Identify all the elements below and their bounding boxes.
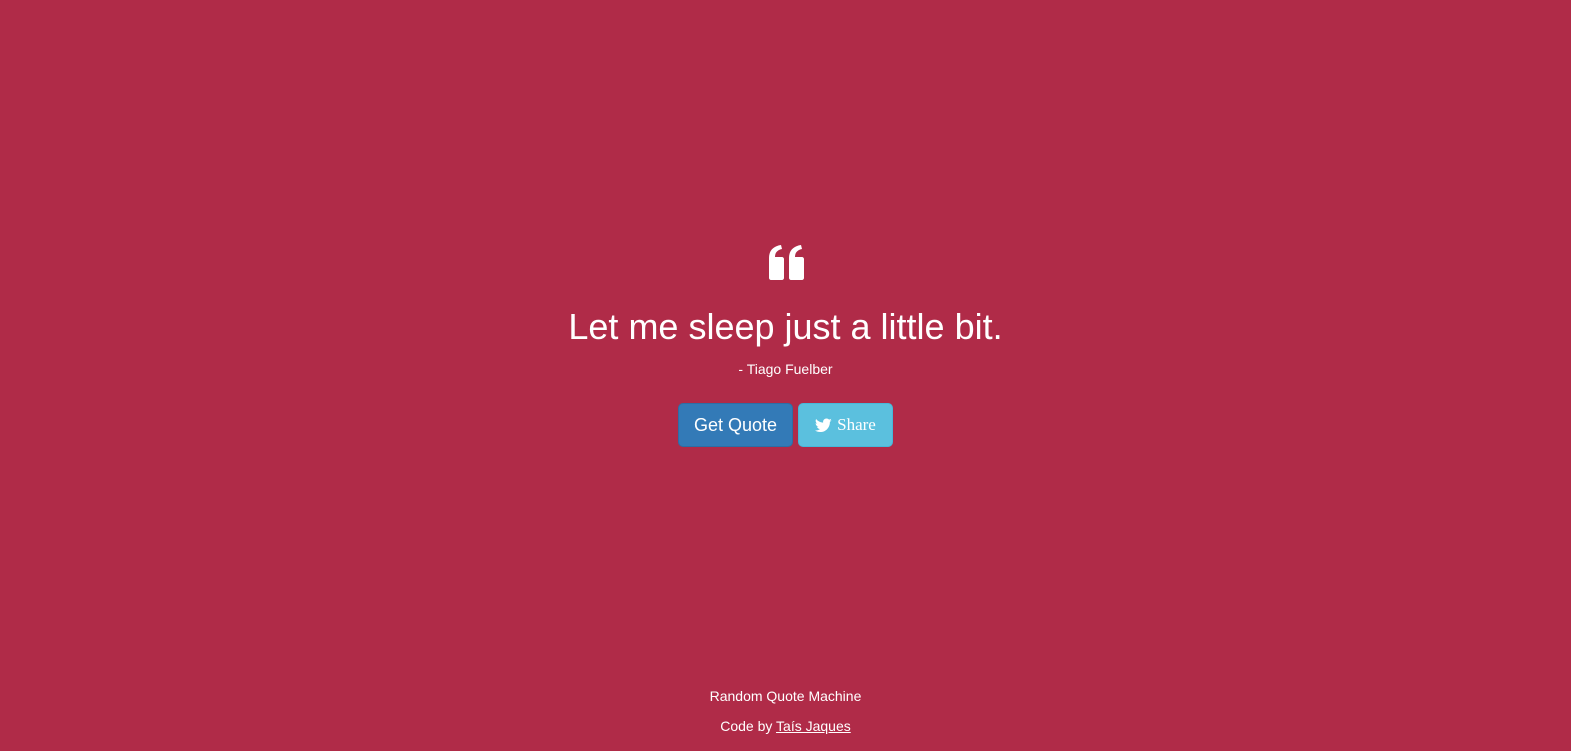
share-button[interactable]: Share (798, 403, 893, 447)
footer-credit-prefix: Code by (720, 718, 773, 734)
quote-author: - Tiago Fuelber (738, 361, 833, 377)
twitter-icon (815, 417, 832, 432)
quote-section: Let me sleep just a little bit. - Tiago … (0, 244, 1571, 447)
get-quote-button[interactable]: Get Quote (678, 403, 793, 447)
author-link[interactable]: Taís Jaques (776, 718, 851, 734)
footer: Random Quote Machine Code by Taís Jaques (0, 688, 1571, 734)
quote-text: Let me sleep just a little bit. (568, 306, 1003, 347)
footer-title: Random Quote Machine (709, 688, 862, 704)
footer-credit: Code by Taís Jaques (0, 718, 1571, 734)
quote-left-icon (768, 245, 804, 280)
get-quote-label: Get Quote (693, 414, 778, 435)
button-group: Get Quote Share (0, 403, 1571, 447)
share-label: Share (837, 415, 876, 434)
